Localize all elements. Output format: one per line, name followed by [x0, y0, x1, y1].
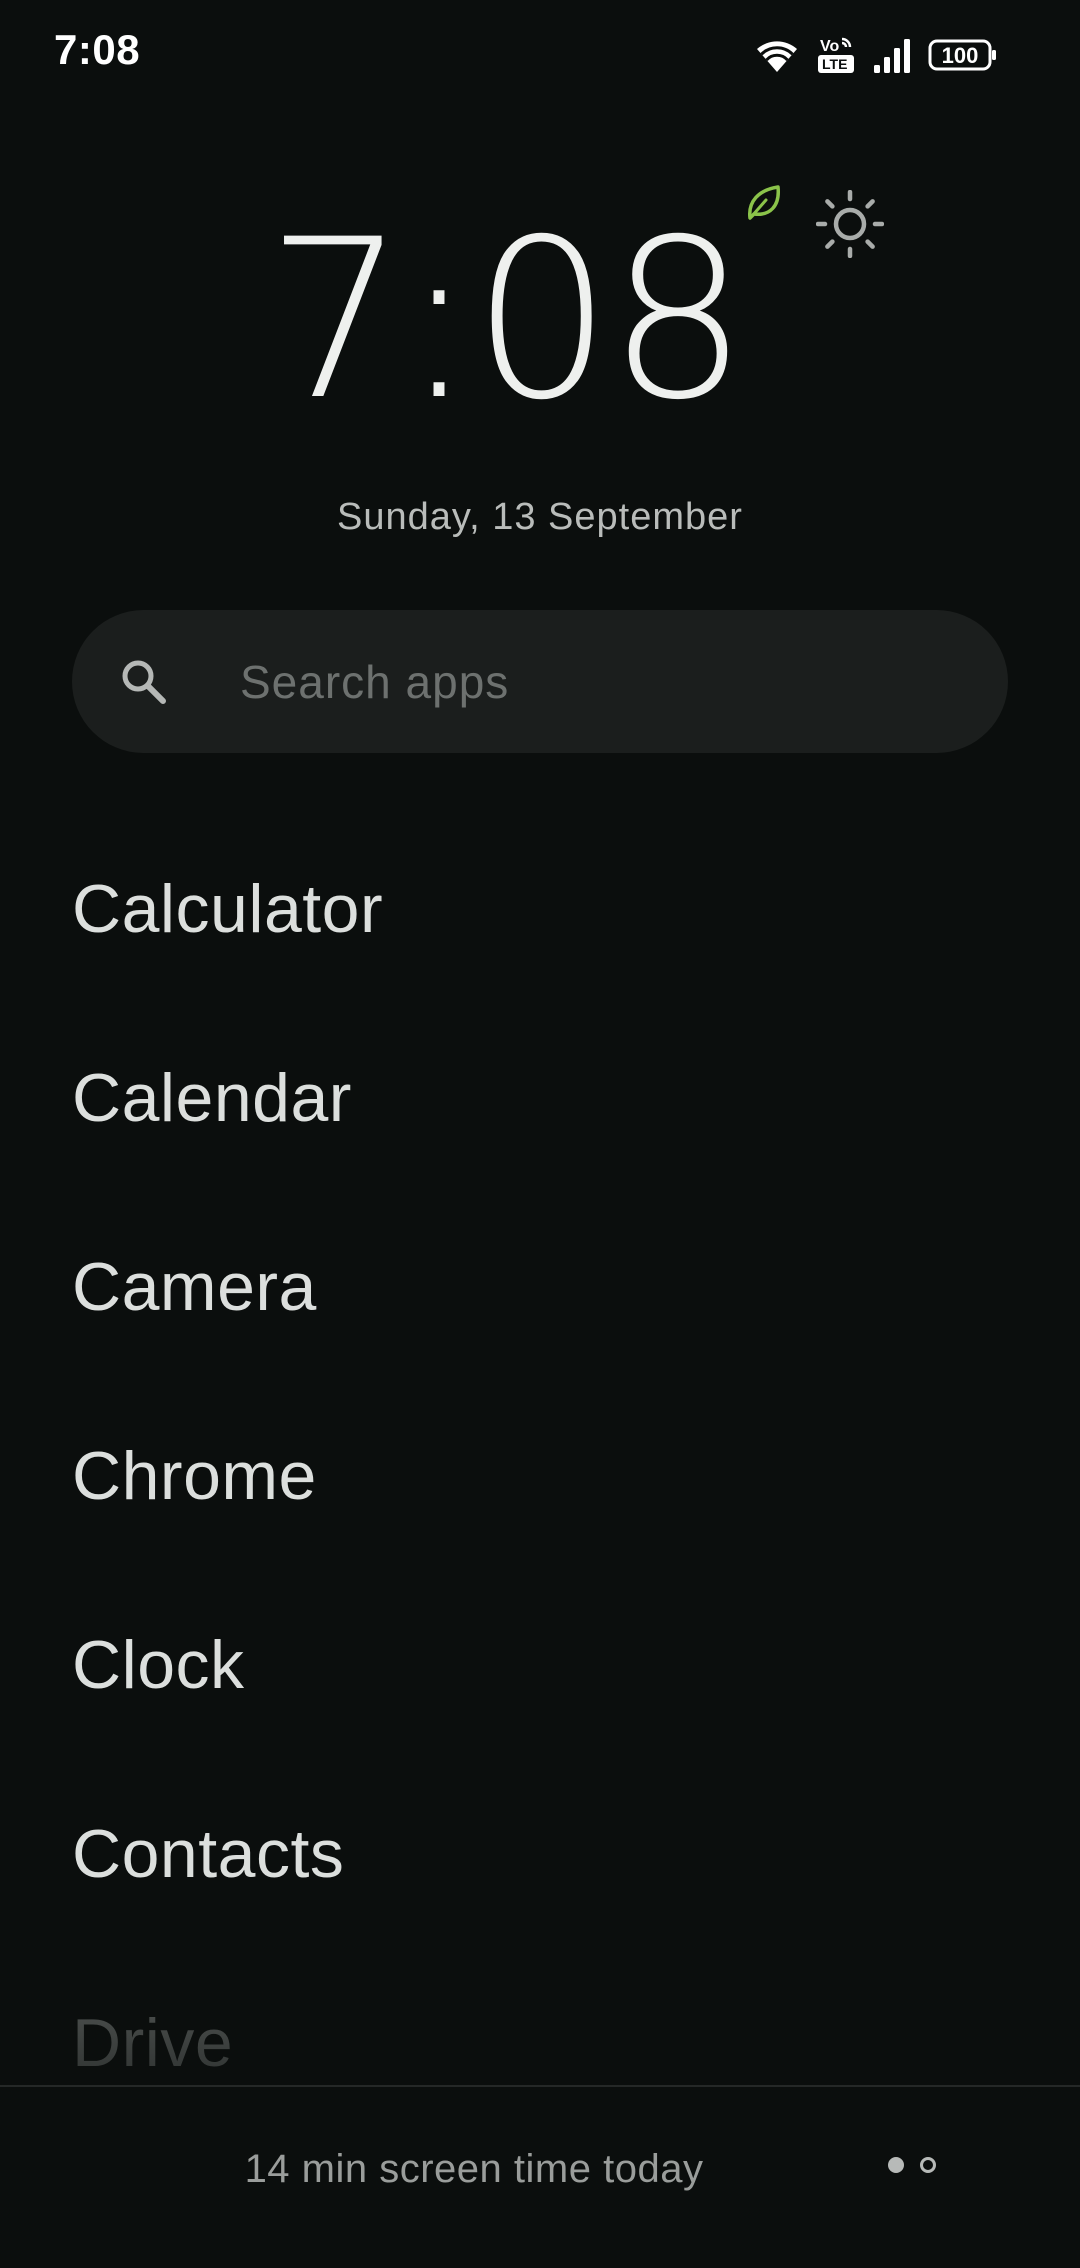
app-item-calculator[interactable]: Calculator: [72, 849, 1008, 1038]
lte-text: LTE: [822, 56, 847, 72]
app-list: Calculator Calendar Camera Chrome Clock …: [72, 849, 1008, 2172]
sun-icon[interactable]: [816, 190, 884, 258]
volte-lte-icon: Vo LTE: [818, 37, 854, 73]
wifi-icon: [757, 41, 797, 72]
app-item-contacts[interactable]: Contacts: [72, 1794, 1008, 1983]
battery-icon: 100: [928, 39, 996, 71]
status-time: 7:08: [54, 26, 141, 73]
screen-time-label[interactable]: 14 min screen time today: [0, 2147, 948, 2192]
page-indicator: [888, 2147, 940, 2177]
status-bar: 7:08 Vo LTE 100: [0, 0, 1080, 110]
status-icons: Vo LTE 100: [754, 30, 998, 80]
search-input[interactable]: [240, 610, 960, 753]
search-bar[interactable]: [72, 610, 1008, 753]
leaf-icon[interactable]: [744, 182, 784, 222]
app-item-camera[interactable]: Camera: [72, 1227, 1008, 1416]
footer-bar: 14 min screen time today: [0, 2085, 1080, 2268]
app-item-chrome[interactable]: Chrome: [72, 1416, 1008, 1605]
page-dot-inactive: [920, 2157, 936, 2173]
volte-text: Vo: [820, 38, 839, 55]
battery-level: 100: [942, 43, 979, 68]
page-dot-active: [888, 2157, 904, 2173]
app-item-calendar[interactable]: Calendar: [72, 1038, 1008, 1227]
search-icon: [122, 660, 166, 704]
signal-icon: [874, 39, 910, 73]
date-label[interactable]: Sunday, 13 September: [0, 496, 1080, 539]
app-item-clock[interactable]: Clock: [72, 1605, 1008, 1794]
